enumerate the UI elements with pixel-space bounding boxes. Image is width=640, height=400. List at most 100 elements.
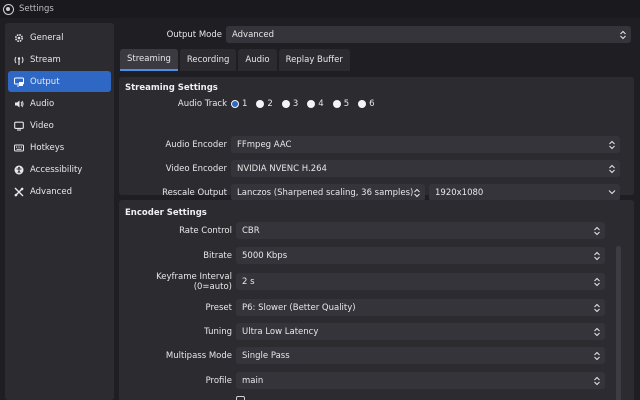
title-bar: Settings — [0, 0, 640, 18]
monitor-output-icon — [13, 76, 24, 87]
partially-visible-checkbox[interactable] — [236, 396, 249, 400]
streaming-settings-title: Streaming Settings — [125, 83, 218, 93]
radio-dot — [256, 100, 265, 108]
preset-select[interactable]: P6: Slower (Better Quality) — [236, 299, 605, 316]
radio-dot — [332, 100, 341, 108]
tab-streaming[interactable]: Streaming — [120, 49, 178, 71]
radio-label: 4 — [318, 99, 324, 109]
preset-label: Preset — [205, 302, 232, 313]
sidebar-item-stream[interactable]: Stream — [8, 49, 111, 70]
updown-arrow-icon — [619, 29, 627, 40]
sidebar-item-label: Hotkeys — [30, 142, 65, 153]
sidebar-item-accessibility[interactable]: Accessibility — [8, 159, 111, 180]
updown-arrow-icon — [608, 139, 616, 150]
audio-track-label: Audio Track — [177, 99, 227, 109]
settings-sidebar: General Stream Output Audio Video Hotkey… — [5, 23, 114, 400]
accessibility-icon — [13, 164, 24, 175]
window-title: Settings — [19, 4, 54, 14]
video-encoder-select[interactable]: NVIDIA NVENC H.264 — [231, 160, 620, 177]
rescale-filter-value: Lanczos (Sharpened scaling, 36 samples) — [237, 187, 414, 198]
sidebar-item-label: Video — [30, 120, 54, 131]
profile-select[interactable]: main — [236, 372, 605, 389]
radio-dot — [358, 100, 367, 108]
updown-arrow-icon — [413, 187, 421, 198]
encoder-settings-title: Encoder Settings — [125, 208, 207, 218]
tab-replay-buffer[interactable]: Replay Buffer — [278, 49, 350, 71]
audio-encoder-label: Audio Encoder — [165, 139, 227, 150]
sidebar-item-label: Accessibility — [30, 164, 83, 175]
output-mode-label: Output Mode — [166, 29, 222, 40]
encoder-settings-scrollbar[interactable] — [616, 246, 621, 400]
spin-arrows-icon[interactable] — [593, 250, 601, 261]
radio-dot — [231, 100, 239, 108]
speaker-icon — [13, 98, 24, 109]
tab-recording[interactable]: Recording — [179, 49, 237, 71]
tab-audio[interactable]: Audio — [238, 49, 277, 71]
audio-track-radio-group: 1 2 3 4 5 6 — [231, 99, 384, 109]
rate-control-select[interactable]: CBR — [236, 222, 605, 239]
obs-logo-icon — [3, 3, 14, 15]
output-tabs: Streaming Recording Audio Replay Buffer — [120, 49, 352, 71]
radio-label: 2 — [267, 99, 273, 109]
tools-icon — [13, 186, 24, 197]
radio-label: 3 — [292, 99, 299, 109]
settings-main: Output Mode Advanced Streaming Recording… — [114, 18, 640, 400]
audio-track-radio-4[interactable]: 4 — [307, 99, 324, 109]
audio-encoder-value: FFmpeg AAC — [237, 139, 292, 150]
rescale-output-label: Rescale Output — [162, 187, 227, 198]
checkbox-box[interactable] — [236, 396, 245, 400]
spin-arrows-icon[interactable] — [593, 276, 601, 287]
profile-value: main — [242, 375, 264, 386]
tuning-label: Tuning — [204, 326, 232, 337]
updown-arrow-icon — [608, 163, 616, 174]
sidebar-item-output[interactable]: Output — [8, 71, 111, 92]
rescale-filter-select[interactable]: Lanczos (Sharpened scaling, 36 samples) — [231, 184, 425, 201]
output-mode-value: Advanced — [232, 29, 274, 40]
updown-arrow-icon — [593, 302, 601, 313]
audio-encoder-select[interactable]: FFmpeg AAC — [231, 136, 620, 153]
keyframe-interval-spinbox[interactable]: 2 s — [236, 273, 605, 290]
output-mode-select[interactable]: Advanced — [226, 26, 631, 43]
rate-control-value: CBR — [242, 225, 260, 236]
sidebar-item-label: Stream — [30, 54, 61, 65]
tuning-select[interactable]: Ultra Low Latency — [236, 323, 605, 340]
encoder-settings-panel: Encoder Settings Rate Control CBR Bitrat… — [119, 200, 634, 400]
gear-icon — [13, 32, 24, 43]
video-encoder-value: NVIDIA NVENC H.264 — [237, 163, 327, 174]
multipass-mode-select[interactable]: Single Pass — [236, 347, 605, 364]
tuning-value: Ultra Low Latency — [242, 326, 319, 337]
sidebar-item-general[interactable]: General — [8, 27, 111, 48]
radio-dot — [281, 100, 290, 108]
updown-arrow-icon — [593, 326, 601, 337]
video-encoder-label: Video Encoder — [165, 163, 227, 174]
antenna-icon — [13, 54, 24, 65]
rescale-resolution-combo[interactable]: 1920x1080 — [429, 184, 620, 201]
sidebar-item-hotkeys[interactable]: Hotkeys — [8, 137, 111, 158]
sidebar-item-advanced[interactable]: Advanced — [8, 181, 111, 202]
radio-dot — [307, 100, 316, 108]
sidebar-item-label: Output — [30, 76, 60, 87]
chevron-down-icon — [608, 190, 616, 195]
audio-track-radio-5[interactable]: 5 — [332, 99, 350, 109]
audio-track-radio-1[interactable]: 1 — [231, 99, 247, 109]
preset-value: P6: Slower (Better Quality) — [242, 302, 356, 313]
display-icon — [13, 120, 24, 131]
keyframe-interval-value: 2 s — [242, 276, 255, 287]
sidebar-item-label: Audio — [30, 98, 55, 109]
radio-label: 1 — [242, 99, 248, 109]
keyframe-interval-label: Keyframe Interval (0=auto) — [156, 271, 232, 292]
audio-track-radio-2[interactable]: 2 — [256, 99, 273, 109]
bitrate-label: Bitrate — [203, 250, 232, 261]
bitrate-spinbox[interactable]: 5000 Kbps — [236, 247, 605, 264]
multipass-mode-value: Single Pass — [242, 350, 290, 361]
audio-track-radio-6[interactable]: 6 — [358, 99, 375, 109]
sidebar-item-video[interactable]: Video — [8, 115, 111, 136]
audio-track-radio-3[interactable]: 3 — [281, 99, 299, 109]
sidebar-item-audio[interactable]: Audio — [8, 93, 111, 114]
radio-label: 6 — [369, 99, 375, 109]
multipass-mode-label: Multipass Mode — [165, 350, 232, 361]
radio-label: 5 — [343, 99, 350, 109]
sidebar-item-label: General — [30, 32, 64, 43]
rate-control-label: Rate Control — [179, 225, 232, 236]
sidebar-item-label: Advanced — [30, 186, 72, 197]
